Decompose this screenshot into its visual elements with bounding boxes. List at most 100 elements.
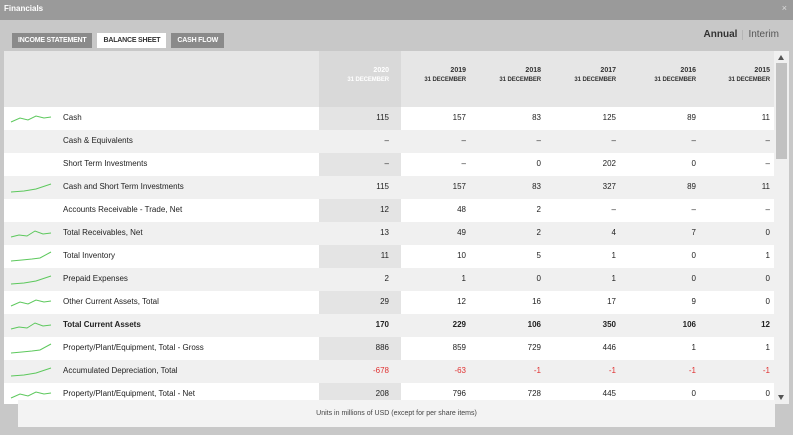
column-header-2018: 2018 31 DECEMBER xyxy=(471,67,541,83)
table-row: Short Term Investments – – 0 202 0 – xyxy=(4,153,774,176)
close-icon[interactable]: × xyxy=(782,3,787,13)
table-cell: 29 xyxy=(380,297,389,306)
table-row: Accounts Receivable - Trade, Net 12 48 2 – – – xyxy=(4,199,774,222)
sparkline-icon xyxy=(10,115,52,123)
table-cell: -678 xyxy=(372,366,389,375)
table-cell: 49 xyxy=(457,228,466,237)
column-header-2015: 2015 31 DECEMBER xyxy=(700,67,770,83)
table-cell: 106 xyxy=(682,320,696,329)
table-cell: 0 xyxy=(691,159,696,168)
statement-tabs: INCOME STATEMENT BALANCE SHEET CASH FLOW xyxy=(12,33,224,48)
table-cell: 11 xyxy=(380,251,389,260)
table-cell: 0 xyxy=(536,159,541,168)
table-cell: 10 xyxy=(457,251,466,260)
table-cell: 0 xyxy=(536,274,541,283)
table-cell: – xyxy=(765,205,770,214)
table-cell: 0 xyxy=(765,297,770,306)
table-cell: – xyxy=(611,136,616,145)
toggle-divider xyxy=(742,29,744,40)
table-cell: 2 xyxy=(536,228,541,237)
table-cell: – xyxy=(765,136,770,145)
triangle-down-icon[interactable] xyxy=(778,395,784,400)
column-year: 2020 xyxy=(373,67,389,74)
table-cell: – xyxy=(536,136,541,145)
balance-sheet-table: 2020 31 DECEMBER 2019 31 DECEMBER 2018 31 DEC… xyxy=(4,51,789,404)
table-cell: 0 xyxy=(765,389,770,398)
tab-income-statement[interactable]: INCOME STATEMENT xyxy=(12,33,93,48)
column-date: 31 DECEMBER xyxy=(574,77,616,83)
column-date: 31 DECEMBER xyxy=(424,77,466,83)
table-row: Total Current Assets 170 229 106 350 106 12 xyxy=(4,314,774,337)
table-cell: 16 xyxy=(532,297,541,306)
table-row: Cash 115 157 83 125 89 11 xyxy=(4,107,774,130)
table-cell: – xyxy=(461,159,466,168)
table-cell: 350 xyxy=(602,320,616,329)
table-cell: 106 xyxy=(527,320,541,329)
tab-balance-sheet[interactable]: BALANCE SHEET xyxy=(97,33,167,48)
table-cell: 0 xyxy=(691,389,696,398)
window-title: Financials xyxy=(4,4,44,13)
column-header-2017: 2017 31 DECEMBER xyxy=(546,67,616,83)
table-row: Prepaid Expenses 2 1 0 1 0 0 xyxy=(4,268,774,291)
table-cell: 157 xyxy=(452,113,466,122)
column-date: 31 DECEMBER xyxy=(654,77,696,83)
scrollbar-thumb[interactable] xyxy=(776,63,787,159)
column-header-2016: 2016 31 DECEMBER xyxy=(626,67,696,83)
table-cell: – xyxy=(765,159,770,168)
table-cell: 445 xyxy=(602,389,616,398)
table-cell: 1 xyxy=(461,274,466,283)
table-cell: 170 xyxy=(375,320,389,329)
sparkline-icon xyxy=(10,230,52,238)
table-row: Total Receivables, Net 13 49 2 4 7 0 xyxy=(4,222,774,245)
table-cell: -1 xyxy=(608,366,616,375)
table-cell: 11 xyxy=(761,182,770,191)
table-cell: 327 xyxy=(602,182,616,191)
table-cell: 12 xyxy=(380,205,389,214)
table-cell: 83 xyxy=(532,182,541,191)
sparkline-icon xyxy=(10,275,52,285)
row-label: Cash & Equivalents xyxy=(63,136,133,145)
column-header-2019: 2019 31 DECEMBER xyxy=(396,67,466,83)
table-cell: 1 xyxy=(765,251,770,260)
period-toggle: Annual Interim xyxy=(704,29,779,40)
triangle-up-icon[interactable] xyxy=(778,55,784,60)
sparkline-icon xyxy=(10,367,52,377)
row-label: Total Inventory xyxy=(63,251,116,260)
column-date: 31 DECEMBER xyxy=(347,77,389,83)
table-cell: 886 xyxy=(375,343,389,352)
table-cell: 48 xyxy=(457,205,466,214)
table-cell: -1 xyxy=(533,366,541,375)
sparkline-icon xyxy=(10,183,52,193)
table-cell: 202 xyxy=(602,159,616,168)
annual-toggle[interactable]: Annual xyxy=(704,29,738,40)
table-cell: 2 xyxy=(536,205,541,214)
row-label: Accumulated Depreciation, Total xyxy=(63,366,178,375)
interim-toggle[interactable]: Interim xyxy=(748,29,779,40)
table-cell: 5 xyxy=(536,251,541,260)
table-cell: 1 xyxy=(765,343,770,352)
table-cell: 9 xyxy=(691,297,696,306)
sparkline-icon xyxy=(10,391,52,399)
row-label: Property/Plant/Equipment, Total - Gross xyxy=(63,343,204,352)
table-cell: 0 xyxy=(765,228,770,237)
table-row: Property/Plant/Equipment, Total - Gross 8… xyxy=(4,337,774,360)
financials-frame: INCOME STATEMENT BALANCE SHEET CASH FLOW… xyxy=(0,20,793,435)
column-date: 31 DECEMBER xyxy=(728,77,770,83)
table-cell: 13 xyxy=(380,228,389,237)
table-cell: 728 xyxy=(527,389,541,398)
table-cell: 1 xyxy=(611,274,616,283)
sparkline-icon xyxy=(10,299,52,307)
row-label: Prepaid Expenses xyxy=(63,274,128,283)
vertical-scrollbar[interactable] xyxy=(774,51,789,404)
window-titlebar: Financials × xyxy=(0,0,793,20)
table-cell: – xyxy=(461,136,466,145)
table-row: Cash and Short Term Investments 115 157 83 3… xyxy=(4,176,774,199)
table-cell: -1 xyxy=(688,366,696,375)
table-cell: 0 xyxy=(691,274,696,283)
table-cell: 115 xyxy=(376,113,389,122)
table-cell: 2 xyxy=(384,274,389,283)
table-cell: 446 xyxy=(602,343,616,352)
tab-cash-flow[interactable]: CASH FLOW xyxy=(171,33,224,48)
row-label: Cash and Short Term Investments xyxy=(63,182,184,191)
table-cell: 796 xyxy=(452,389,466,398)
